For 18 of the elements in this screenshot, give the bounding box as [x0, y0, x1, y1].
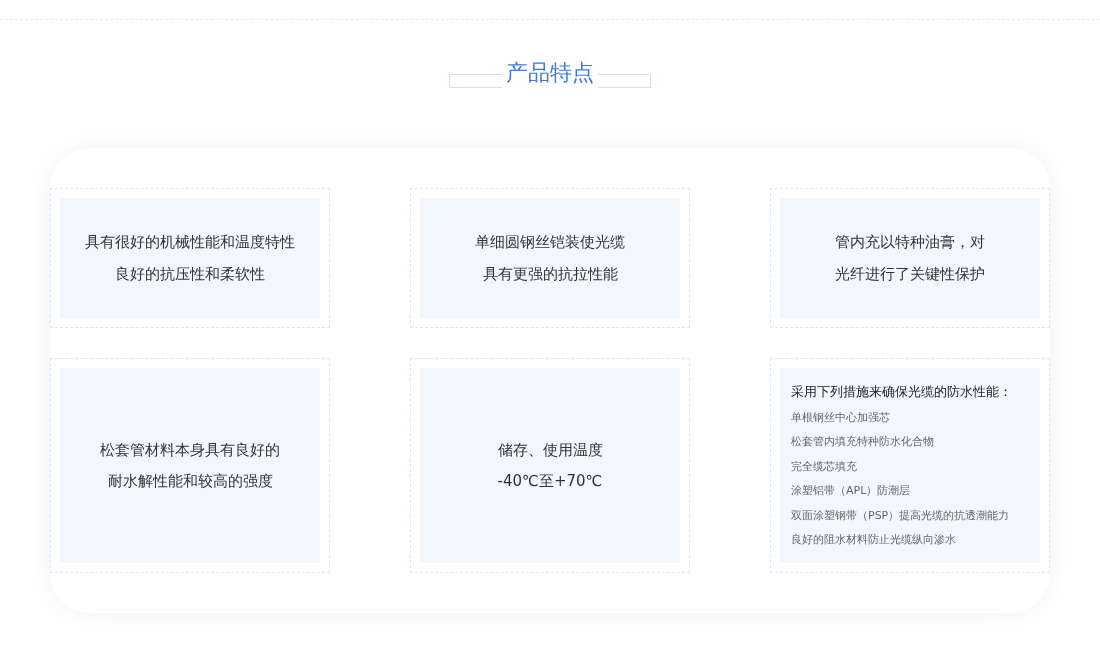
feature-text: 具有很好的机械性能和温度特性: [85, 232, 295, 253]
list-item: 良好的阻水材料防止光缆纵向渗水: [791, 532, 957, 549]
list-item: 双面涂塑钢带（PSP）提高光缆的抗透潮能力: [791, 507, 1011, 524]
feature-text: 单细圆钢丝铠装使光缆: [475, 232, 625, 253]
feature-text: 光纤进行了关键性保护: [835, 263, 985, 285]
section-title: 产品特点: [502, 58, 598, 88]
list-item: 单根钢丝中心加强芯: [791, 409, 891, 426]
feature-text: 良好的抗压性和柔软性: [115, 263, 265, 285]
feature-text: -40℃至+70℃: [497, 471, 603, 492]
list-item: 完全缆芯填充: [791, 458, 858, 475]
feature-text: 储存、使用温度: [497, 439, 603, 461]
list-item: 松套管内填充特种防水化合物: [791, 434, 935, 451]
feature-text: 管内充以特种油膏，对: [835, 232, 985, 253]
list-heading: 采用下列措施来确保光缆的防水性能：: [791, 383, 1013, 402]
feature-text: 具有更强的抗拉性能: [482, 263, 618, 285]
feature-text: 耐水解性能和较高的强度: [107, 471, 273, 492]
feature-text: 松套管材料本身具有良好的: [100, 439, 280, 461]
list-item: 涂塑铝带（APL）防潮层: [791, 483, 912, 500]
